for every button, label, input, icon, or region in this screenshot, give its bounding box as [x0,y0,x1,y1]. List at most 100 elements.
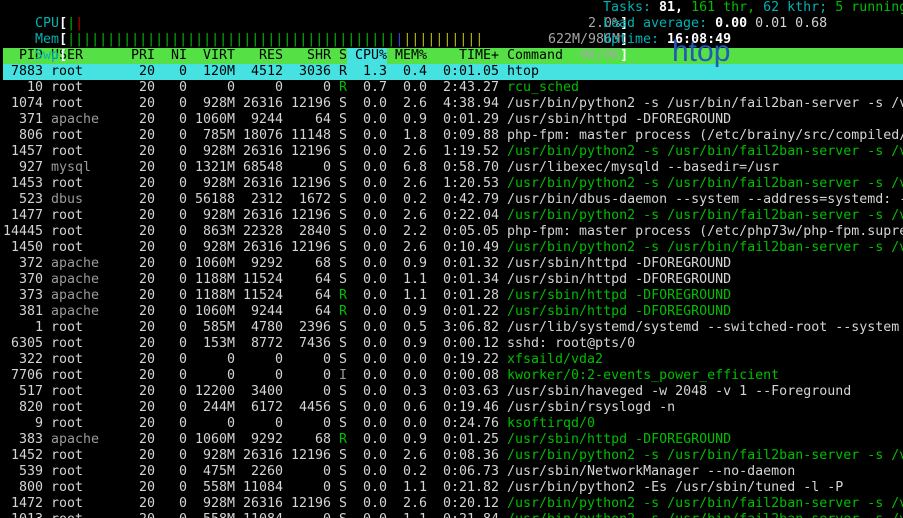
cell-s: S [331,176,347,192]
process-row[interactable]: 1457root200928M2631612196S0.02.61:19.52/… [3,144,903,160]
cell-res: 11524 [235,272,283,288]
cell-ni: 0 [155,144,187,160]
cell-shr: 0 [283,512,331,518]
cell-res: 9244 [235,112,283,128]
cell-res: 26316 [235,240,283,256]
process-row[interactable]: 1472root200928M2631612196S0.02.60:20.12/… [3,496,903,512]
cell-user: root [43,80,123,96]
process-row[interactable]: 6305root200153M87727436S0.00.90:00.12ssh… [3,336,903,352]
cell-res: 2312 [235,192,283,208]
cell-s: S [331,464,347,480]
cell-cmd: /usr/sbin/haveged -w 2048 -v 1 --Foregro… [499,384,903,400]
process-row[interactable]: 383apache2001060M929268R0.00.90:01.25/us… [3,432,903,448]
cell-shr: 12196 [283,176,331,192]
cell-shr: 12196 [283,448,331,464]
cell-pid: 373 [3,288,43,304]
process-row[interactable]: 373apache2001188M1152464R0.01.10:01.28/u… [3,288,903,304]
swap-meter-value: 0K/0K [580,48,620,64]
cell-res: 0 [235,368,283,384]
process-row[interactable]: 372apache2001060M929268S0.00.90:01.32/us… [3,256,903,272]
cell-time: 0:01.25 [427,432,499,448]
process-row[interactable]: 806root200785M1807611148S0.01.80:09.88ph… [3,128,903,144]
cell-cpu: 0.0 [347,368,387,384]
cell-s: S [331,192,347,208]
cell-s: S [331,96,347,112]
cell-pri: 20 [123,112,155,128]
cell-virt: 928M [187,144,235,160]
process-row[interactable]: 370apache2001188M1152464S0.01.10:01.34/u… [3,272,903,288]
cell-time: 0:03.63 [427,384,499,400]
cell-mem: 0.9 [387,256,427,272]
process-row[interactable]: 1453root200928M2631612196S0.02.61:20.53/… [3,176,903,192]
cell-pid: 383 [3,432,43,448]
cell-ni: 0 [155,320,187,336]
process-row[interactable]: 927mysql2001321M685480S0.06.80:58.70/usr… [3,160,903,176]
cell-time: 0:19.22 [427,352,499,368]
cell-cpu: 0.0 [347,160,387,176]
cell-cmd: /usr/bin/python2 -s /usr/bin/fail2ban-se… [499,208,903,224]
cell-mem: 0.4 [387,64,427,80]
cell-s: S [331,512,347,518]
process-row[interactable]: 1074root200928M2631612196S0.02.64:38.94/… [3,96,903,112]
cell-user: root [43,384,123,400]
cell-cmd: /usr/bin/python2 -s /usr/bin/fail2ban-se… [499,448,903,464]
cell-pid: 7706 [3,368,43,384]
process-row[interactable]: 7883root200120M45123036R1.30.40:01.05hto… [3,64,903,80]
cell-cmd: kworker/0:2-events_power_efficient [499,368,903,384]
cell-pid: 1013 [3,512,43,518]
cell-ni: 0 [155,96,187,112]
cell-virt: 1188M [187,272,235,288]
cell-shr: 0 [283,368,331,384]
cell-virt: 12200 [187,384,235,400]
cell-ni: 0 [155,416,187,432]
cell-res: 26316 [235,208,283,224]
cell-mem: 1.1 [387,272,427,288]
process-row[interactable]: 371apache2001060M924464S0.00.90:01.29/us… [3,112,903,128]
cell-mem: 2.6 [387,496,427,512]
process-row[interactable]: 820root200244M61724456S0.00.60:19.46/usr… [3,400,903,416]
cell-shr: 3036 [283,64,331,80]
cell-shr: 64 [283,304,331,320]
cell-shr: 68 [283,432,331,448]
process-row[interactable]: 1450root200928M2631612196S0.02.60:10.49/… [3,240,903,256]
cell-cpu: 0.0 [347,448,387,464]
cell-cpu: 0.0 [347,176,387,192]
cell-time: 0:24.76 [427,416,499,432]
process-row[interactable]: 523dbus2005618823121672S0.00.20:42.79/us… [3,192,903,208]
cell-user: root [43,448,123,464]
cell-res: 11084 [235,480,283,496]
process-row[interactable]: 10root200000R0.70.02:43.27rcu_sched [3,80,903,96]
cell-user: apache [43,432,123,448]
cell-res: 9292 [235,432,283,448]
process-row[interactable]: 14445root200863M223282840S0.02.20:05.05p… [3,224,903,240]
cell-cmd: /usr/sbin/NetworkManager --no-daemon [499,464,903,480]
cell-ni: 0 [155,112,187,128]
cell-virt: 0 [187,368,235,384]
process-row[interactable]: 800root200558M110840S0.01.10:21.82/usr/b… [3,480,903,496]
cell-mem: 1.1 [387,288,427,304]
cell-virt: 863M [187,224,235,240]
process-row[interactable]: 517root2001220034000S0.00.30:03.63/usr/s… [3,384,903,400]
process-row[interactable]: 9root200000S0.00.00:24.76ksoftirqd/0 [3,416,903,432]
cell-s: S [331,208,347,224]
process-row[interactable]: 1root200585M47802396S0.00.53:06.82/usr/l… [3,320,903,336]
process-row[interactable]: 1452root200928M2631612196S0.02.60:08.36/… [3,448,903,464]
cell-user: apache [43,256,123,272]
process-row[interactable]: 1013root200558M110840S0.01.10:21.84/usr/… [3,512,903,518]
process-row[interactable]: 7706root200000I0.00.00:00.08kworker/0:2-… [3,368,903,384]
process-row[interactable]: 1477root200928M2631612196S0.02.60:22.04/… [3,208,903,224]
process-row[interactable]: 539root200475M22600S0.00.20:06.73/usr/sb… [3,464,903,480]
cell-cmd: /usr/sbin/httpd -DFOREGROUND [499,272,903,288]
process-row[interactable]: 322root200000S0.00.00:19.22xfsaild/vda2 [3,352,903,368]
cell-ni: 0 [155,512,187,518]
cell-user: root [43,320,123,336]
cell-virt: 56188 [187,192,235,208]
process-row[interactable]: 381apache2001060M924464R0.00.90:01.22/us… [3,304,903,320]
cell-virt: 475M [187,464,235,480]
cell-cmd: /usr/sbin/httpd -DFOREGROUND [499,256,903,272]
cell-pid: 381 [3,304,43,320]
cell-ni: 0 [155,368,187,384]
cell-time: 0:08.36 [427,448,499,464]
cell-s: R [331,64,347,80]
cell-shr: 11148 [283,128,331,144]
